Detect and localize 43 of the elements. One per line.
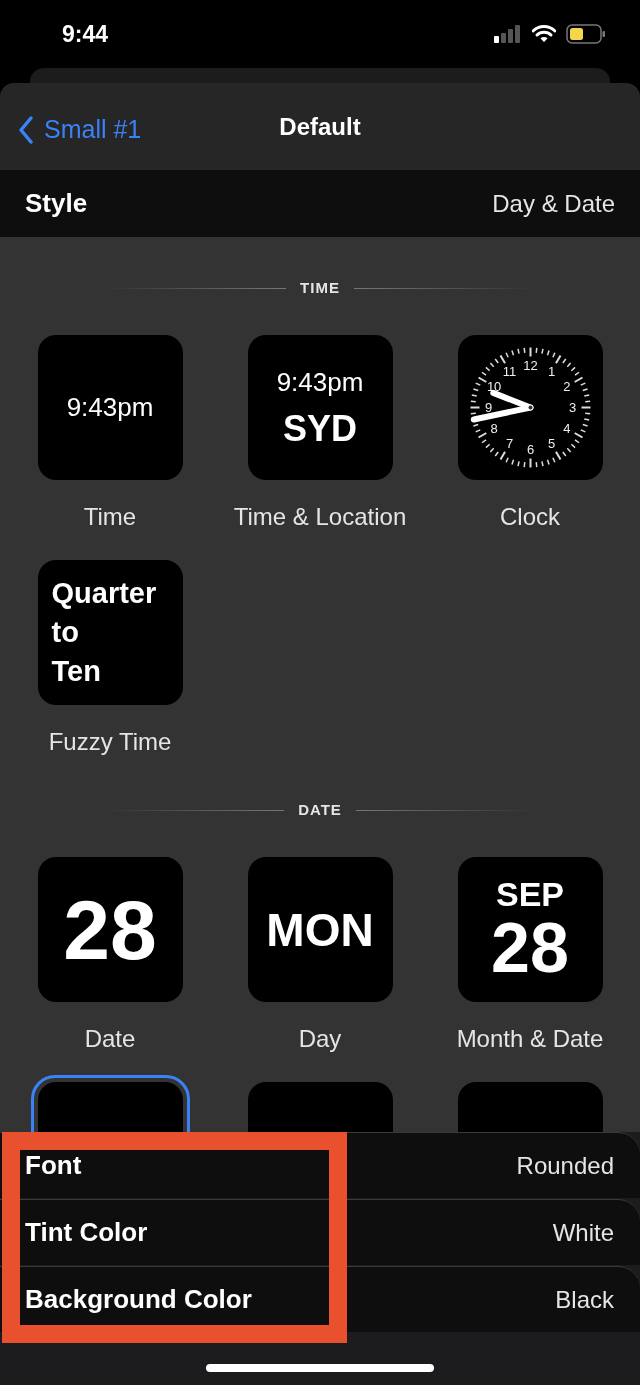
row-value: Black	[555, 1284, 614, 1315]
tile-label: Clock	[500, 502, 560, 532]
widget-tile[interactable]: 28	[37, 857, 183, 1002]
row-label: Font	[25, 1149, 82, 1182]
widget-tile[interactable]: 9:43pm SYD	[247, 335, 393, 480]
wifi-icon	[532, 25, 556, 43]
row-value: Rounded	[516, 1150, 614, 1181]
tile-location: SYD	[283, 408, 357, 449]
tile-label: Time	[83, 502, 137, 532]
tile-label: Date	[84, 1024, 136, 1054]
widget-tile[interactable]: 9:43pm	[37, 335, 183, 480]
tile-label: Day	[298, 1024, 342, 1054]
signal-icon	[494, 25, 522, 43]
tile-fuzzy-text: to	[51, 615, 79, 650]
tile-time: 9:43pm	[276, 366, 364, 397]
row-value: White	[552, 1217, 614, 1248]
tile-date: 28	[63, 884, 157, 975]
status-time: 9:44	[62, 19, 109, 49]
nav-title: Default	[279, 111, 361, 142]
style-row[interactable]: Style Day & Date	[0, 170, 640, 237]
widget-tile[interactable]: Quarter to Ten	[37, 560, 183, 705]
row-label: Style	[25, 187, 88, 220]
row-label: Tint Color	[25, 1216, 148, 1249]
back-chevron-icon	[18, 115, 34, 144]
tile-label: Fuzzy Time	[48, 727, 172, 757]
row-label: Background Color	[25, 1283, 252, 1316]
tile-month: SEP	[495, 875, 564, 912]
battery-icon	[566, 24, 606, 44]
widget-tile[interactable]: SEP 28	[457, 857, 603, 1002]
section-header: TIME	[300, 277, 340, 298]
section-header: DATE	[298, 799, 342, 820]
tile-label: Time & Location	[233, 502, 407, 532]
tile-time: 9:43pm	[66, 391, 154, 424]
tile-date: 28	[491, 911, 569, 984]
settings-row[interactable]: Background Color Black	[0, 1266, 640, 1332]
back-button[interactable]: Small #1	[18, 111, 142, 149]
widget-tile[interactable]: MON	[247, 857, 393, 1002]
tile-day: MON	[266, 903, 374, 956]
tile-fuzzy-text: Quarter	[51, 576, 157, 611]
tile-label: Month & Date	[456, 1024, 604, 1054]
tile-fuzzy-text: Ten	[51, 654, 101, 689]
row-value: Day & Date	[492, 188, 615, 219]
settings-row[interactable]: Tint Color White	[0, 1199, 640, 1265]
